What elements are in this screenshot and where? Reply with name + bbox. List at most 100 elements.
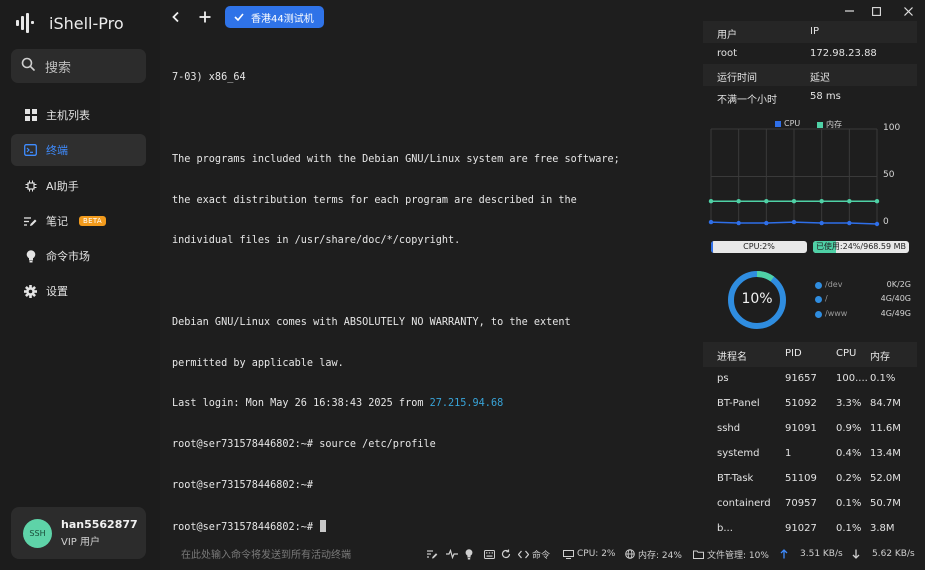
sidebar-item-terminal[interactable]: 终端 — [11, 134, 146, 166]
data-point-cpu — [847, 220, 852, 226]
process-mem: 3.8M — [870, 523, 895, 534]
terminal-output[interactable]: 7-03) x86_64 The programs included with … — [172, 44, 692, 533]
disk-usage: 4G/49G — [880, 309, 911, 318]
process-pid: 70957 — [785, 498, 817, 509]
folder-icon — [693, 550, 704, 559]
format-button[interactable] — [427, 547, 438, 561]
column-header: 进程名 — [717, 352, 747, 363]
terminal-icon — [24, 144, 37, 157]
user-header: 用户 — [717, 30, 737, 41]
tab-session[interactable]: 香港44测试机 — [225, 6, 324, 28]
process-mem: 13.4M — [870, 448, 901, 459]
table-row[interactable]: ps 91657 100.... 0.1% — [703, 367, 917, 392]
file-manager-status[interactable]: 文件管理: 10% — [693, 547, 769, 561]
keyboard-button[interactable] — [484, 547, 495, 561]
data-point-cpu — [764, 220, 769, 226]
cpu-status: CPU: 2% — [563, 547, 615, 561]
gauge-label: 10% — [741, 291, 773, 307]
refresh-button[interactable] — [501, 547, 511, 561]
maximize-button[interactable] — [870, 5, 882, 17]
user-info: han5562877 VIP 用户 — [61, 518, 138, 548]
table-row[interactable]: containerd 70957 0.1% 50.7M — [703, 492, 917, 517]
tips-button[interactable] — [465, 547, 473, 561]
latency-header: 延迟 — [810, 73, 830, 84]
disk-dot — [815, 296, 822, 303]
process-table-header: 进程名 PID CPU 内存 — [703, 342, 917, 367]
new-tab-button[interactable] — [196, 8, 214, 26]
activity-button[interactable] — [446, 547, 458, 561]
code-icon — [518, 550, 529, 558]
data-point-cpu — [791, 219, 797, 225]
info-value-row: root 172.98.23.88 — [703, 43, 917, 65]
terminal-line: Debian GNU/Linux comes with ABSOLUTELY N… — [172, 316, 571, 328]
file-manager-text: 文件管理: 10% — [707, 550, 769, 561]
last-login-line: Last login: Mon May 26 16:38:43 2025 fro… — [172, 397, 692, 411]
prompt-line: root@ser731578446802:~# — [172, 519, 692, 534]
chevron-left-icon — [172, 11, 179, 23]
process-pid: 51092 — [785, 398, 817, 409]
beta-badge: BETA — [79, 216, 106, 226]
process-name: sshd — [717, 423, 741, 434]
plus-icon — [199, 11, 211, 23]
process-mem: 50.7M — [870, 498, 901, 509]
data-point-cpu — [819, 220, 824, 226]
uptime-header: 运行时间 — [717, 73, 757, 84]
info-header-row: 运行时间 延迟 — [703, 64, 917, 86]
disk-usage: 4G/40G — [880, 294, 911, 303]
data-point-memory — [791, 199, 797, 204]
prompt-line: root@ser731578446802:~# — [172, 480, 314, 491]
data-point-memory — [708, 199, 714, 204]
info-header-row: 用户 IP — [703, 21, 917, 43]
process-cpu: 3.3% — [836, 398, 862, 409]
process-cpu: 0.2% — [836, 473, 862, 484]
sidebar-item-command-market[interactable]: 命令市场 — [11, 240, 146, 272]
cpu-status-text: CPU: 2% — [577, 549, 616, 559]
disk-usage: 0K/2G — [886, 280, 911, 289]
memory-bar-label: 已使用:24%/968.59 MB — [815, 242, 907, 251]
memory-status: 内存: 24% — [625, 547, 682, 561]
table-row[interactable]: systemd 1 0.4% 13.4M — [703, 442, 917, 467]
minimize-button[interactable] — [843, 5, 855, 17]
disk-row: /dev 0K/2G — [815, 280, 911, 292]
disk-name: /dev — [825, 280, 843, 289]
data-point-cpu — [708, 219, 714, 225]
process-cpu: 0.9% — [836, 423, 862, 434]
search-icon — [21, 57, 35, 75]
download-status: 5.62 KB/s — [852, 547, 915, 561]
monitor-panel: 用户 IP root 172.98.23.88 运行时间 延迟 不满一个小时 5… — [703, 21, 917, 559]
broadcast-command-input[interactable]: 在此处输入命令将发送到所有活动终端 — [181, 546, 351, 561]
note-icon — [427, 550, 438, 559]
sidebar-item-ai[interactable]: AI助手 — [11, 170, 146, 202]
memory-usage-bar: 已使用:24%/968.59 MB — [813, 241, 909, 253]
table-row[interactable]: b... 91027 0.1% 3.8M — [703, 517, 917, 542]
maximize-icon — [871, 6, 881, 16]
close-button[interactable] — [902, 5, 914, 17]
terminal-line: individual files in /usr/share/doc/*/cop… — [172, 235, 461, 247]
back-button[interactable] — [167, 8, 185, 26]
sidebar-item-hosts[interactable]: 主机列表 — [11, 99, 146, 131]
user-card[interactable]: SSH han5562877 VIP 用户 — [11, 507, 146, 559]
table-row[interactable]: BT-Panel 51092 3.3% 84.7M — [703, 392, 917, 417]
process-name: BT-Panel — [717, 398, 760, 409]
disk-name: /www — [825, 309, 848, 318]
upload-status: 3.51 KB/s — [780, 547, 843, 561]
resource-line-chart — [708, 128, 880, 227]
search-box[interactable]: 搜索 — [11, 49, 146, 83]
keyboard-icon — [484, 549, 495, 559]
command-button[interactable]: 命令 — [518, 547, 550, 561]
arrow-up-icon — [780, 549, 788, 559]
process-mem: 11.6M — [870, 423, 901, 434]
process-mem: 84.7M — [870, 398, 901, 409]
sidebar-item-settings[interactable]: 设置 — [11, 275, 146, 307]
process-pid: 91027 — [785, 523, 817, 534]
memory-status-text: 内存: 24% — [638, 550, 682, 561]
bulb-icon — [465, 548, 473, 559]
sidebar-item-notes[interactable]: 笔记 BETA — [11, 205, 146, 237]
process-name: b... — [717, 523, 733, 534]
sidebar: iShell-Pro 搜索 主机列表 终端 AI助手 笔记 BETA 命令市场 … — [0, 0, 160, 570]
table-row[interactable]: sshd 91091 0.9% 11.6M — [703, 417, 917, 442]
table-row[interactable]: BT-Task 51109 0.2% 52.0M — [703, 467, 917, 492]
terminal-line: The programs included with the Debian GN… — [172, 153, 620, 165]
